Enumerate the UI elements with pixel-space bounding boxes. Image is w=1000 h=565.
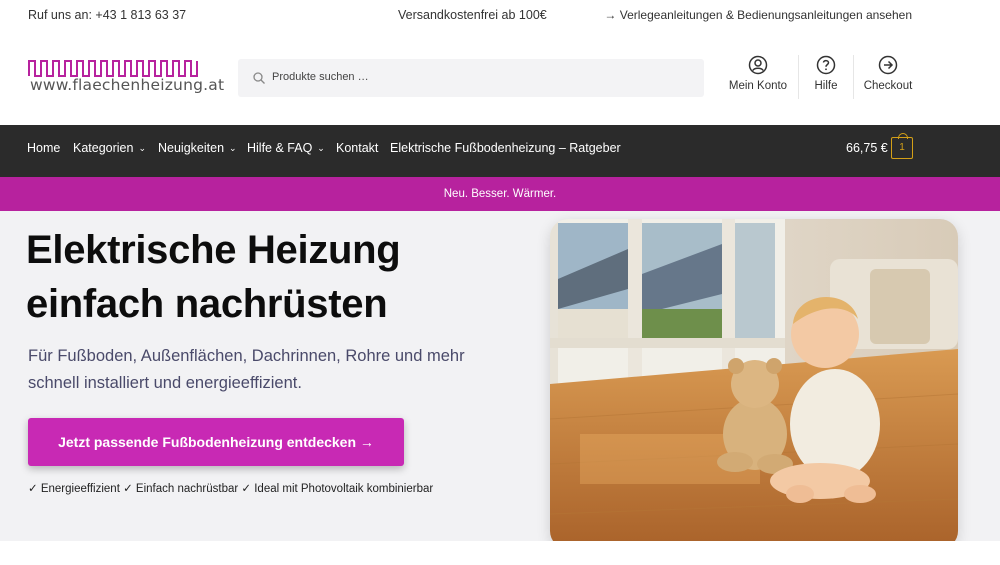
guides-link[interactable]: → Verlegeanleitungen & Bedienungsanleitu…: [604, 8, 912, 22]
header-divider: [853, 55, 854, 99]
hero-title: Elektrische Heizung einfach nachrüsten: [26, 223, 506, 331]
nav-item-ratgeber[interactable]: Elektrische Fußbodenheizung – Ratgeber: [390, 141, 621, 155]
nav-item-kontakt[interactable]: Kontakt: [336, 141, 378, 155]
nav-item-label: Hilfe & FAQ: [247, 141, 313, 155]
promo-banner: Neu. Besser. Wärmer.: [0, 177, 1000, 211]
account-button[interactable]: Mein Konto: [723, 55, 793, 105]
nav-item-label: Kategorien: [73, 141, 134, 155]
logo-text: www.flaechenheizung.at: [30, 76, 225, 94]
chevron-down-icon: ⌄: [317, 143, 325, 153]
user-circle-icon: [748, 55, 768, 75]
free-shipping-text: Versandkostenfrei ab 100€: [398, 8, 547, 22]
search-icon: [253, 72, 265, 84]
promo-text: Neu. Besser. Wärmer.: [443, 188, 557, 200]
checkout-button[interactable]: Checkout: [858, 55, 918, 105]
chevron-down-icon: ⌄: [138, 143, 147, 153]
account-label: Mein Konto: [728, 80, 788, 92]
nav-item-home[interactable]: Home: [27, 141, 60, 155]
nav-item-label: Elektrische Fußbodenheizung – Ratgeber: [390, 141, 621, 155]
chevron-down-icon: ⌄: [229, 143, 237, 153]
search-placeholder: Produkte suchen …: [272, 71, 369, 83]
phone-text: Ruf uns an: +43 1 813 63 37: [28, 8, 187, 22]
baby-with-teddy-photo: [550, 219, 958, 549]
site-logo[interactable]: www.flaechenheizung.at: [27, 58, 224, 98]
hero-title-line1: Elektrische Heizung: [26, 228, 401, 272]
site-header: www.flaechenheizung.at Produkte suchen ……: [0, 30, 1000, 125]
header-divider: [798, 55, 799, 99]
cart-total[interactable]: 66,75 €: [846, 141, 888, 155]
nav-item-label: Home: [27, 141, 61, 155]
hero-section: Elektrische Heizung einfach nachrüsten F…: [0, 211, 1000, 549]
checkout-label: Checkout: [863, 80, 913, 92]
arrow-circle-right-icon: [878, 55, 898, 75]
question-circle-icon: [816, 55, 836, 75]
main-navigation: Home Kategorien ⌄ Neuigkeiten ⌄ Hilfe & FA…: [0, 125, 1000, 177]
nav-item-kategorien[interactable]: Kategorien ⌄: [73, 141, 146, 155]
nav-item-label: Neuigkeiten: [158, 141, 225, 155]
top-bar: Ruf uns an: +43 1 813 63 37 Versandkoste…: [0, 0, 1000, 30]
nav-item-hilfe-faq[interactable]: Hilfe & FAQ ⌄: [247, 141, 325, 155]
hero-image: [550, 219, 958, 549]
feature-checklist: ✓ Energieeffizient ✓ Einfach nachrüstbar…: [28, 483, 434, 495]
cta-button[interactable]: Jetzt passende Fußbodenheizung entdecken…: [28, 418, 404, 466]
nav-item-neuigkeiten[interactable]: Neuigkeiten ⌄: [158, 141, 237, 155]
shopping-bag-icon[interactable]: 1: [891, 133, 913, 159]
heating-wave-icon: [28, 60, 198, 77]
hero-lead: Für Fußboden, Außenflächen, Dachrinnen, …: [28, 347, 465, 392]
help-button[interactable]: Hilfe: [804, 55, 848, 105]
hero-title-line2: einfach nachrüsten: [26, 282, 388, 326]
cart-count-badge: 1: [899, 142, 905, 153]
page-bottom-strip: [0, 541, 1000, 565]
nav-item-label: Kontakt: [336, 141, 379, 155]
search-input[interactable]: Produkte suchen …: [238, 59, 704, 97]
help-label: Hilfe: [814, 80, 838, 92]
